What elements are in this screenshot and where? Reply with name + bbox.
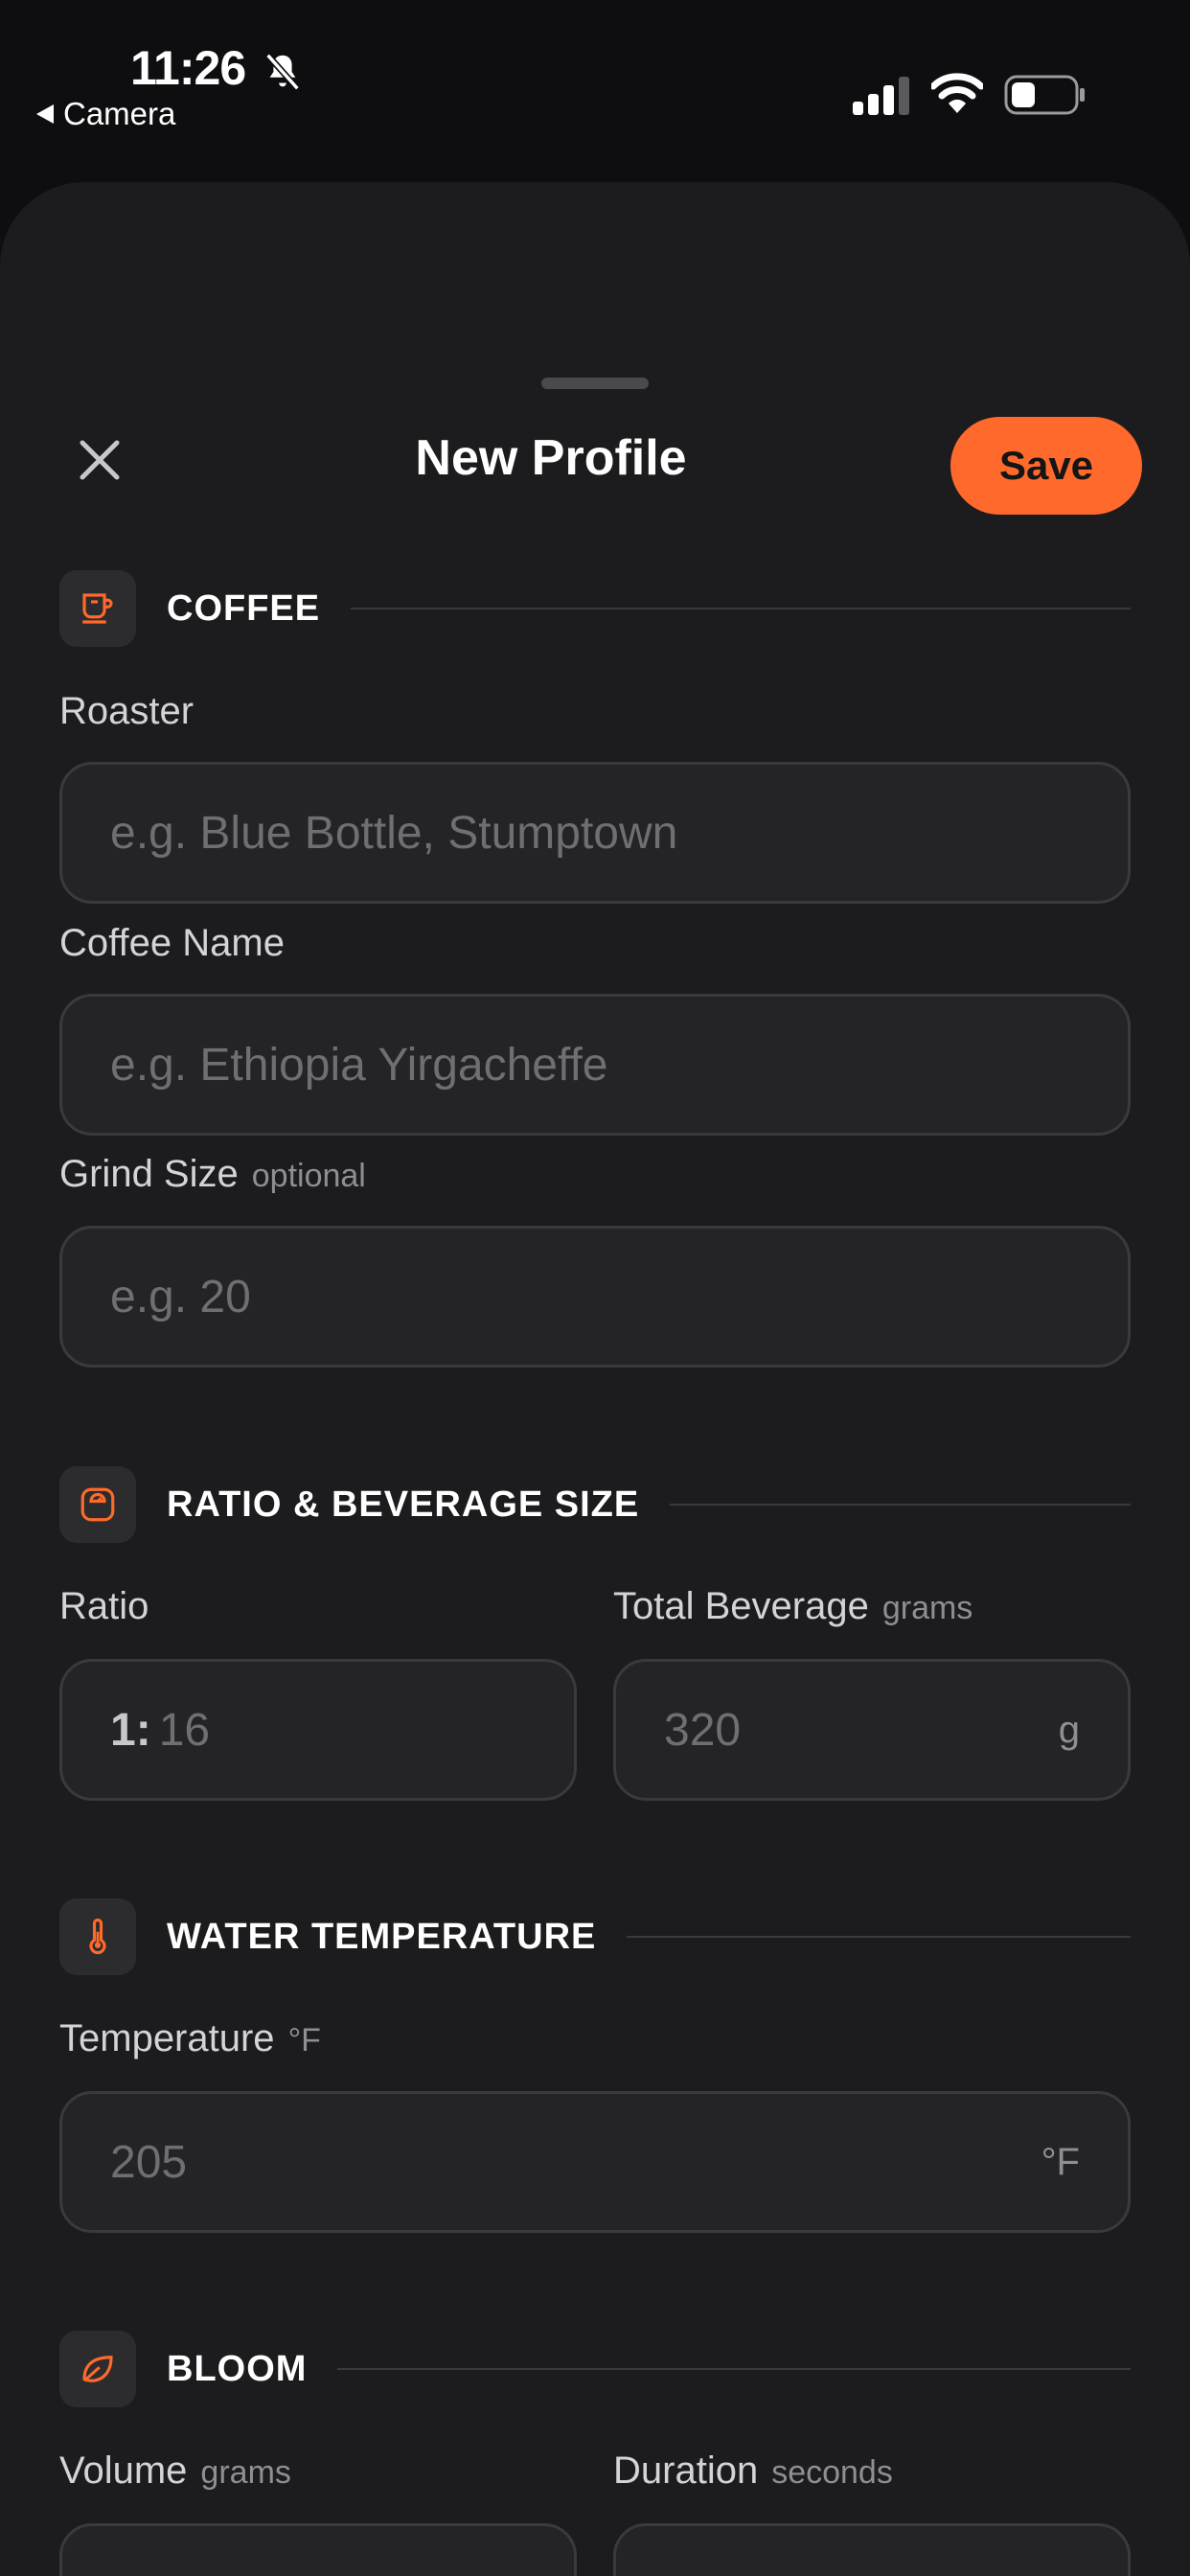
section-divider xyxy=(337,2368,1131,2370)
roaster-placeholder: e.g. Blue Bottle, Stumptown xyxy=(110,807,678,859)
bloom-volume-label: Volume grams xyxy=(59,2450,291,2492)
section-coffee: COFFEE xyxy=(59,570,1131,647)
bloom-volume-hint: grams xyxy=(200,2454,291,2491)
section-bloom: BLOOM xyxy=(59,2331,1131,2407)
section-icon-coffee xyxy=(59,570,136,647)
section-icon-bloom xyxy=(59,2331,136,2407)
grind-size-hint: optional xyxy=(251,1158,366,1194)
section-divider xyxy=(351,608,1131,610)
section-title-bloom: BLOOM xyxy=(167,2348,308,2389)
total-beverage-value: 320 xyxy=(664,1704,742,1756)
ratio-label: Ratio xyxy=(59,1585,149,1627)
section-title-coffee: COFFEE xyxy=(167,587,321,629)
temperature-value: 205 xyxy=(110,2136,188,2188)
roaster-input[interactable]: e.g. Blue Bottle, Stumptown xyxy=(59,762,1131,904)
section-icon-ratio xyxy=(59,1466,136,1543)
back-to-camera-link[interactable]: Camera xyxy=(36,96,175,132)
bell-slash-icon xyxy=(265,53,300,91)
section-ratio: RATIO & BEVERAGE SIZE xyxy=(59,1466,1131,1543)
temperature-input[interactable]: 205 °F xyxy=(59,2091,1131,2233)
section-divider xyxy=(627,1936,1131,1938)
page-title: New Profile xyxy=(415,430,687,486)
cellular-signal-icon xyxy=(853,77,909,115)
bloom-volume-input[interactable] xyxy=(59,2523,577,2576)
section-divider xyxy=(670,1504,1131,1506)
ratio-value: 16 xyxy=(158,1704,211,1756)
section-water-temperature: WATER TEMPERATURE xyxy=(59,1898,1131,1975)
sheet-grabber[interactable] xyxy=(541,378,649,389)
leaf-icon xyxy=(82,2356,113,2382)
status-time: 11:26 xyxy=(130,41,246,95)
scale-icon xyxy=(80,1487,115,1522)
total-beverage-hint: grams xyxy=(881,1590,973,1626)
wifi-icon xyxy=(931,73,983,113)
bloom-duration-input[interactable] xyxy=(613,2523,1131,2576)
section-icon-water xyxy=(59,1898,136,1975)
coffee-name-label: Coffee Name xyxy=(59,922,285,964)
temperature-hint: °F xyxy=(287,2022,321,2058)
grind-size-input[interactable]: e.g. 20 xyxy=(59,1226,1131,1368)
total-beverage-label: Total Beverage grams xyxy=(613,1585,973,1627)
total-beverage-input[interactable]: 320 g xyxy=(613,1659,1131,1801)
coffee-name-input[interactable]: e.g. Ethiopia Yirgacheffe xyxy=(59,994,1131,1136)
save-button[interactable]: Save xyxy=(950,417,1142,515)
bloom-duration-label: Duration seconds xyxy=(613,2450,893,2492)
bloom-duration-hint: seconds xyxy=(771,2454,893,2491)
thermometer-icon xyxy=(89,1918,106,1955)
temperature-label: Temperature °F xyxy=(59,2017,321,2059)
temperature-unit: °F xyxy=(1041,2140,1080,2183)
roaster-label: Roaster xyxy=(59,690,195,732)
new-profile-sheet: New Profile Save COFFEE Roaster e.g. Blu… xyxy=(0,182,1190,2576)
battery-icon xyxy=(1004,75,1085,115)
grind-size-label: Grind Size optional xyxy=(59,1153,366,1195)
back-arrow-icon xyxy=(36,104,54,124)
coffee-name-placeholder: e.g. Ethiopia Yirgacheffe xyxy=(110,1039,608,1091)
grind-size-placeholder: e.g. 20 xyxy=(110,1271,251,1322)
total-beverage-unit: g xyxy=(1058,1708,1080,1751)
back-label: Camera xyxy=(63,96,176,131)
ratio-prefix: 1: xyxy=(110,1704,151,1756)
section-title-water: WATER TEMPERATURE xyxy=(167,1916,597,1957)
ratio-input[interactable]: 1: 16 xyxy=(59,1659,577,1801)
coffee-cup-icon xyxy=(82,593,113,624)
status-bar: 11:26 Camera xyxy=(0,0,1190,172)
section-title-ratio: RATIO & BEVERAGE SIZE xyxy=(167,1484,640,1525)
